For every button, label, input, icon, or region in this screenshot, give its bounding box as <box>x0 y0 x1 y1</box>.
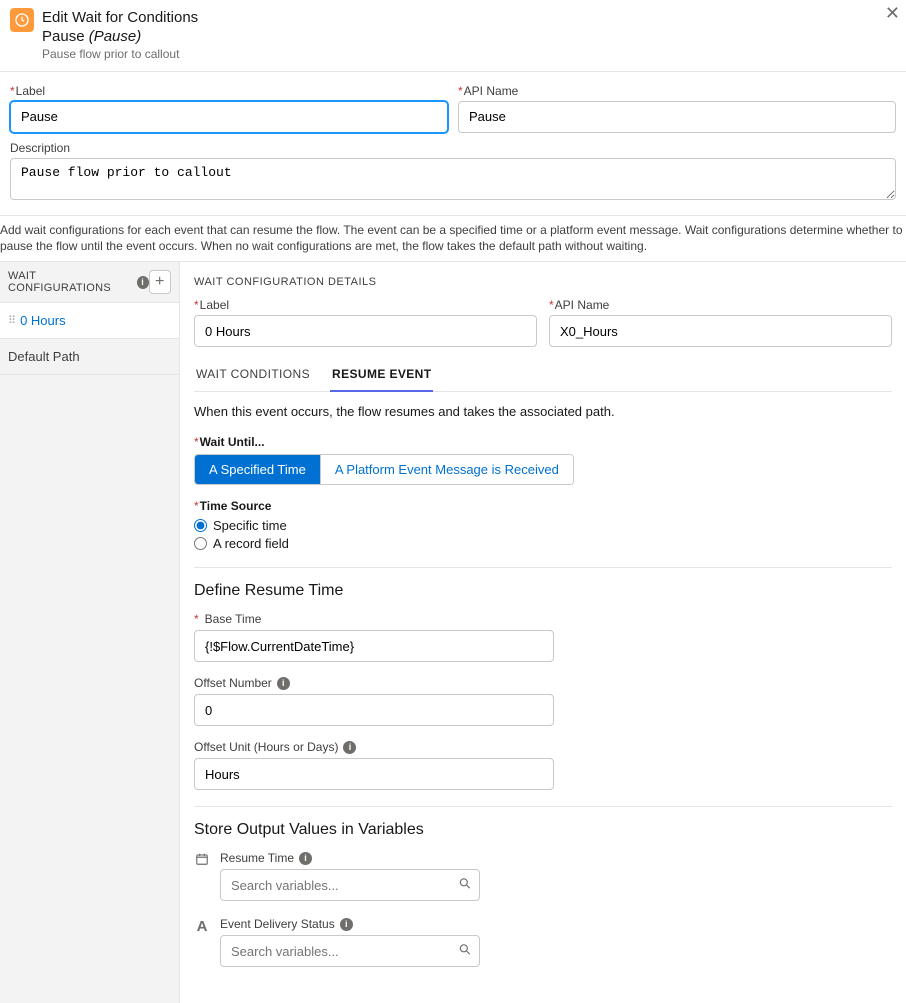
radio-specific-time-input[interactable] <box>194 519 207 532</box>
event-delivery-output-label: Event Delivery Status i <box>220 917 892 931</box>
tabs: WAIT CONDITIONS RESUME EVENT <box>194 359 892 392</box>
base-time-label: *Base Time <box>194 612 554 626</box>
dialog-header: Edit Wait for Conditions Pause (Pause) P… <box>0 0 906 72</box>
detail-label-input[interactable] <box>194 315 537 347</box>
offset-unit-label: Offset Unit (Hours or Days) i <box>194 740 554 754</box>
wait-config-sidebar: WAIT CONFIGURATIONS i + ⠿ 0 Hours Defaul… <box>0 262 180 1003</box>
offset-number-label: Offset Number i <box>194 676 554 690</box>
dialog-title: Edit Wait for Conditions <box>42 8 198 28</box>
detail-api-input[interactable] <box>549 315 892 347</box>
label-input[interactable] <box>10 101 448 133</box>
dialog-subtitle: Pause (Pause) <box>42 28 198 45</box>
label-field-label: *Label <box>10 84 448 98</box>
info-icon[interactable]: i <box>299 852 312 865</box>
date-icon <box>194 851 210 869</box>
detail-label-label: *Label <box>194 298 537 312</box>
base-time-input[interactable] <box>194 630 554 662</box>
text-icon: A <box>194 917 210 935</box>
api-name-input[interactable] <box>458 101 896 133</box>
tab-intro-text: When this event occurs, the flow resumes… <box>194 404 892 419</box>
sidebar-item-0-hours[interactable]: ⠿ 0 Hours <box>0 303 179 339</box>
dialog-desc: Pause flow prior to callout <box>42 47 198 61</box>
tab-resume-event[interactable]: RESUME EVENT <box>330 359 433 391</box>
radio-specific-time[interactable]: Specific time <box>194 518 892 533</box>
search-icon <box>458 877 472 894</box>
resume-time-output-label: Resume Time i <box>220 851 892 865</box>
wait-until-label: *Wait Until... <box>194 435 892 449</box>
add-config-button[interactable]: + <box>149 270 171 294</box>
resume-time-search-input[interactable] <box>220 869 480 901</box>
event-delivery-search-input[interactable] <box>220 935 480 967</box>
info-icon[interactable]: i <box>340 918 353 931</box>
api-name-label: *API Name <box>458 84 896 98</box>
radio-record-field[interactable]: A record field <box>194 536 892 551</box>
details-title: WAIT CONFIGURATION DETAILS <box>194 276 892 288</box>
sidebar-header: WAIT CONFIGURATIONS i + <box>0 262 179 303</box>
search-icon <box>458 943 472 960</box>
offset-number-input[interactable] <box>194 694 554 726</box>
time-source-label: *Time Source <box>194 499 892 513</box>
radio-record-field-input[interactable] <box>194 537 207 550</box>
detail-api-label: *API Name <box>549 298 892 312</box>
sidebar-item-default-path[interactable]: Default Path <box>0 339 179 375</box>
wait-icon <box>10 8 34 32</box>
info-icon[interactable]: i <box>137 276 149 289</box>
store-outputs-heading: Store Output Values in Variables <box>194 821 892 839</box>
description-input[interactable]: Pause flow prior to callout <box>10 158 896 200</box>
tab-wait-conditions[interactable]: WAIT CONDITIONS <box>194 359 312 391</box>
helper-text: Add wait configurations for each event t… <box>0 215 906 262</box>
close-icon[interactable]: ✕ <box>885 4 900 22</box>
drag-handle-icon[interactable]: ⠿ <box>8 314 14 327</box>
description-label: Description <box>10 141 896 155</box>
info-icon[interactable]: i <box>343 741 356 754</box>
define-resume-heading: Define Resume Time <box>194 582 892 600</box>
info-icon[interactable]: i <box>277 677 290 690</box>
offset-unit-input[interactable] <box>194 758 554 790</box>
pill-specified-time[interactable]: A Specified Time <box>195 455 320 484</box>
wait-until-toggle: A Specified Time A Platform Event Messag… <box>194 454 574 485</box>
pill-platform-event[interactable]: A Platform Event Message is Received <box>320 455 573 484</box>
